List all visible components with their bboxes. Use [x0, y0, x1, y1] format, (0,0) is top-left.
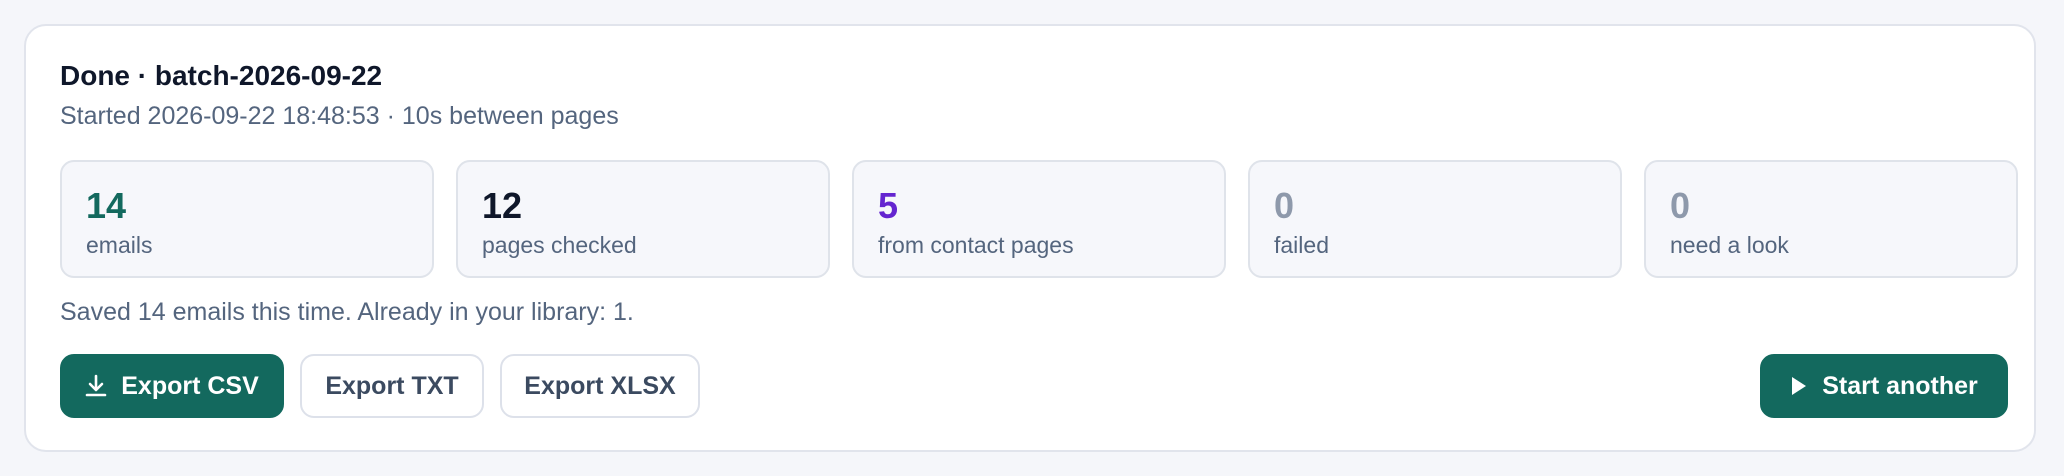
stat-contact-pages: 5 from contact pages	[852, 160, 1226, 278]
start-another-label: Start another	[1822, 371, 1978, 400]
stat-failed-value: 0	[1274, 185, 1295, 226]
stat-failed: 0 failed	[1248, 160, 1622, 278]
saved-summary: Saved 14 emails this time. Already in yo…	[60, 298, 634, 326]
start-another-button[interactable]: Start another	[1760, 354, 2008, 418]
batch-subtitle: Started 2026-09-22 18:48:53 · 10s betwee…	[60, 102, 619, 130]
stat-need-look: 0 need a look	[1644, 160, 2018, 278]
stat-pages-checked-value: 12	[482, 185, 523, 226]
play-icon	[1790, 375, 1808, 397]
stat-emails-label: emails	[86, 232, 153, 258]
stat-failed-label: failed	[1274, 232, 1329, 258]
export-xlsx-label: Export XLSX	[524, 371, 676, 400]
stat-contact-pages-value: 5	[878, 185, 899, 226]
stat-emails: 14 emails	[60, 160, 434, 278]
export-xlsx-button[interactable]: Export XLSX	[500, 354, 700, 418]
export-csv-label: Export CSV	[121, 371, 259, 400]
download-icon	[85, 374, 107, 398]
batch-title: Done · batch-2026-09-22	[60, 60, 383, 91]
stat-emails-value: 14	[86, 185, 127, 226]
stat-need-look-label: need a look	[1670, 232, 1789, 258]
stat-contact-pages-label: from contact pages	[878, 232, 1074, 258]
export-txt-label: Export TXT	[325, 371, 459, 400]
export-csv-button[interactable]: Export CSV	[60, 354, 284, 418]
batch-result-card: Done · batch-2026-09-22 Started 2026-09-…	[24, 24, 2036, 452]
stat-need-look-value: 0	[1670, 185, 1691, 226]
stat-pages-checked: 12 pages checked	[456, 160, 830, 278]
stats-row: 14 emails 12 pages checked 5 from contac…	[60, 160, 2018, 278]
stat-pages-checked-label: pages checked	[482, 232, 637, 258]
export-txt-button[interactable]: Export TXT	[300, 354, 484, 418]
